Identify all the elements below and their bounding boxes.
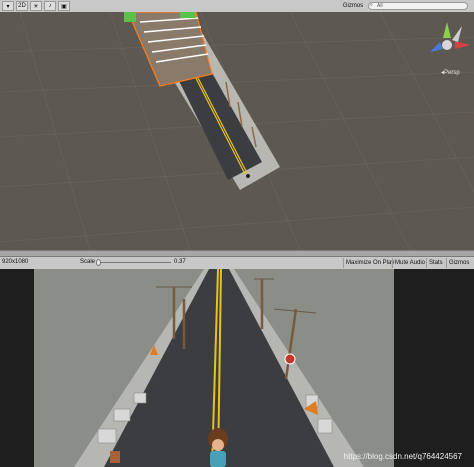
scene-view[interactable]: ◂Persp	[0, 12, 474, 250]
gizmos-toggle[interactable]: Gizmos	[446, 258, 471, 268]
game-area: https://blog.csdn.net/q764424567	[0, 269, 474, 467]
search-placeholder: All	[377, 3, 383, 9]
audio-icon[interactable]: ♪	[44, 1, 56, 11]
road-asset[interactable]	[124, 12, 280, 190]
gizmos-button[interactable]: Gizmos	[340, 1, 366, 11]
game-view[interactable]	[34, 269, 394, 467]
scale-label: Scale	[80, 259, 96, 265]
scene-gizmo-icon[interactable]	[430, 22, 470, 52]
search-input[interactable]: ⌕ All	[368, 2, 468, 10]
watermark: https://blog.csdn.net/q764424567	[343, 452, 462, 461]
stats-toggle[interactable]: Stats	[426, 258, 445, 268]
scale-value: 0.37	[174, 259, 186, 265]
panel-divider[interactable]	[0, 250, 474, 257]
mute-audio-toggle[interactable]: Mute Audio	[392, 258, 427, 268]
search-icon: ⌕	[370, 2, 373, 8]
persp-label[interactable]: ◂Persp	[441, 69, 460, 76]
resolution-dropdown[interactable]: 920x1080	[2, 259, 28, 265]
shading-mode-button[interactable]: ▾	[2, 1, 14, 11]
scale-slider-handle[interactable]	[96, 259, 101, 266]
game-canvas	[74, 269, 364, 467]
effects-icon[interactable]: ▣	[58, 1, 70, 11]
maximize-on-play-toggle[interactable]: Maximize On Play	[343, 258, 396, 268]
mode-2d-button[interactable]: 2D	[16, 1, 28, 11]
scene-canvas	[0, 12, 474, 250]
light-icon[interactable]: ☀	[30, 1, 42, 11]
scale-slider[interactable]	[96, 259, 171, 266]
